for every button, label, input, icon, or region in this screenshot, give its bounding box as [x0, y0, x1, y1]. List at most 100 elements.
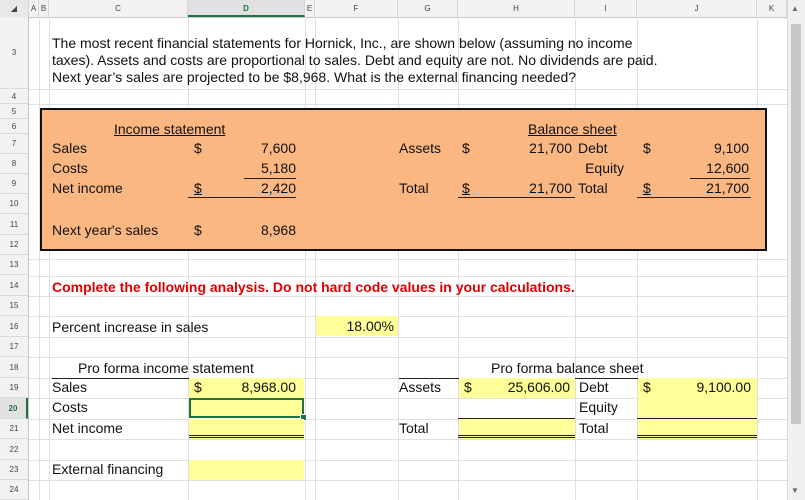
- pf-ni-double-underline-1: [189, 435, 304, 436]
- pf-assets-currency: $: [464, 379, 472, 395]
- assets-label: Assets: [399, 140, 442, 156]
- row-header-7[interactable]: 7: [0, 134, 28, 154]
- pf-income-title: Pro forma income statement: [78, 360, 254, 376]
- col-header-k[interactable]: K: [757, 0, 787, 17]
- col-header-d[interactable]: D: [188, 0, 305, 17]
- total-liab-value[interactable]: 21,700: [680, 180, 749, 197]
- problem-text: The most recent financial statements for…: [52, 35, 657, 86]
- balance-sheet-title: Balance sheet: [528, 121, 617, 137]
- pf-balance-title: Pro forma balance sheet: [491, 360, 644, 376]
- costs-label: Costs: [52, 160, 88, 176]
- costs-underline: [244, 178, 296, 179]
- row-header-8[interactable]: 8: [0, 154, 28, 174]
- col-header-e[interactable]: E: [305, 0, 315, 17]
- row-header-23[interactable]: 23: [0, 460, 28, 480]
- col-header-a[interactable]: A: [29, 0, 39, 17]
- row-header-15[interactable]: 15: [0, 296, 28, 316]
- row-header-9[interactable]: 9: [0, 174, 28, 194]
- row-header-17[interactable]: 17: [0, 337, 28, 357]
- pf-costs-cell-selected[interactable]: [189, 398, 304, 418]
- problem-line-3: Next year’s sales are projected to be $8…: [52, 69, 577, 85]
- external-financing-label: External financing: [52, 461, 164, 477]
- pf-debt-currency: $: [643, 379, 651, 395]
- pf-assets-value: 25,606.00: [507, 379, 570, 395]
- next-sales-value[interactable]: 8,968: [230, 222, 296, 239]
- equity-value[interactable]: 12,600: [680, 160, 749, 177]
- pf-net-income-cell[interactable]: [189, 419, 304, 439]
- col-header-c[interactable]: C: [49, 0, 188, 17]
- col-header-j[interactable]: J: [637, 0, 757, 17]
- row-header-19[interactable]: 19: [0, 378, 28, 398]
- row-header-22[interactable]: 22: [0, 439, 28, 460]
- scroll-up-arrow-icon[interactable]: ▲: [791, 4, 799, 13]
- pf-total-assets-label: Total: [399, 420, 429, 436]
- row-header-6[interactable]: 6: [0, 119, 28, 134]
- total-liab-underline: [637, 197, 751, 198]
- total-assets-underline: [458, 197, 575, 198]
- vertical-scrollbar[interactable]: ▲ ▼: [787, 0, 805, 500]
- pf-total-assets-cell[interactable]: [459, 419, 575, 439]
- pf-debt-label: Debt: [579, 379, 609, 395]
- row-header-3[interactable]: 3: [0, 17, 28, 89]
- net-income-underline: [188, 197, 296, 198]
- row-header-10[interactable]: 10: [0, 194, 28, 214]
- next-sales-currency: $: [194, 222, 202, 238]
- row-header-bar: 3 4 5 6 7 8 9 10 11 12 13 14 15 16 17 18…: [0, 17, 29, 500]
- costs-value[interactable]: 5,180: [230, 160, 296, 177]
- col-header-f[interactable]: F: [315, 0, 398, 17]
- pf-sales-label: Sales: [52, 379, 88, 395]
- row-header-20[interactable]: 20: [0, 398, 28, 419]
- pf-sales-value: 8,968.00: [241, 379, 297, 395]
- row-header-18[interactable]: 18: [0, 357, 28, 378]
- row-header-24[interactable]: 24: [0, 480, 28, 500]
- col-header-i[interactable]: I: [575, 0, 637, 17]
- pf-debt-value: 9,100.00: [696, 379, 752, 395]
- pf-costs-label: Costs: [52, 399, 88, 415]
- row-header-14[interactable]: 14: [0, 275, 28, 296]
- pf-sales-currency: $: [194, 379, 202, 395]
- net-income-label: Net income: [52, 180, 123, 196]
- pf-total-liab-label: Total: [579, 420, 609, 436]
- sales-label: Sales: [52, 140, 88, 156]
- debt-label: Debt: [578, 140, 608, 156]
- sales-value[interactable]: 7,600: [230, 140, 296, 157]
- problem-line-2: taxes). Assets and costs are proportiona…: [52, 52, 658, 68]
- percent-increase-value: 18.00%: [346, 318, 394, 334]
- row-header-5[interactable]: 5: [0, 104, 28, 119]
- pf-net-income-label: Net income: [52, 420, 123, 436]
- scrollbar-thumb[interactable]: [791, 24, 801, 424]
- total-liab-label: Total: [578, 180, 608, 196]
- col-header-g[interactable]: G: [398, 0, 458, 17]
- column-header-bar: ◢ A B C D E F G H I J K: [0, 0, 805, 18]
- external-financing-cell[interactable]: [189, 460, 304, 480]
- pf-total-liab-cell[interactable]: [638, 419, 757, 439]
- sales-currency: $: [194, 140, 202, 156]
- scroll-down-arrow-icon[interactable]: ▼: [791, 486, 799, 495]
- problem-line-1: The most recent financial statements for…: [52, 35, 633, 51]
- row-header-11[interactable]: 11: [0, 214, 28, 235]
- row-header-13[interactable]: 13: [0, 255, 28, 275]
- select-all-corner[interactable]: ◢: [0, 0, 29, 17]
- net-income-value[interactable]: 2,420: [230, 180, 296, 197]
- row-header-12[interactable]: 12: [0, 235, 28, 255]
- equity-label: Equity: [585, 160, 624, 176]
- income-statement-title: Income statement: [114, 121, 226, 137]
- row-header-4[interactable]: 4: [0, 89, 28, 104]
- assets-value[interactable]: 21,700: [500, 140, 572, 157]
- col-header-b[interactable]: B: [39, 0, 49, 17]
- col-header-h[interactable]: H: [458, 0, 575, 17]
- total-assets-value[interactable]: 21,700: [500, 180, 572, 197]
- total-assets-currency: $: [462, 180, 470, 196]
- equity-underline: [690, 178, 750, 179]
- debt-value[interactable]: 9,100: [680, 140, 749, 157]
- pf-ni-double-underline-2: [189, 437, 304, 438]
- net-income-currency: $: [194, 180, 202, 196]
- total-assets-label: Total: [399, 180, 429, 196]
- pf-assets-label: Assets: [399, 379, 442, 395]
- total-liab-currency: $: [643, 180, 651, 196]
- pf-equity-cell[interactable]: [638, 398, 757, 418]
- row-header-16[interactable]: 16: [0, 316, 28, 337]
- debt-currency: $: [643, 140, 651, 156]
- row-header-21[interactable]: 21: [0, 419, 28, 439]
- percent-increase-label: Percent increase in sales: [52, 319, 209, 335]
